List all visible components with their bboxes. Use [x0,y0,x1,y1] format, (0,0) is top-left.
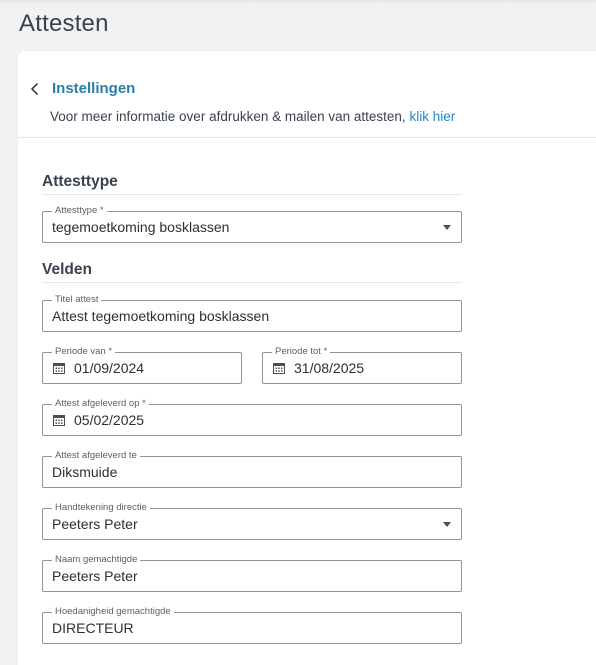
periode-van-field[interactable]: Periode van * 01/09/2024 [42,346,242,384]
periode-tot-field[interactable]: Periode tot * 31/08/2025 [262,346,462,384]
calendar-icon [53,415,65,426]
settings-card: Instellingen Voor meer informatie over a… [18,51,596,665]
handtekening-label: Handtekening directie [52,502,150,514]
afgeleverd-op-field[interactable]: Attest afgeleverd op * 05/02/2025 [42,398,462,436]
chevron-left-icon[interactable] [28,80,42,98]
afgeleverd-te-label: Attest afgeleverd te [52,450,140,462]
calendar-icon [273,363,285,374]
header-info: Voor meer informatie over afdrukken & ma… [50,109,455,124]
periode-tot-label: Periode tot * [272,346,331,358]
caret-down-icon [443,225,451,230]
titel-attest-field[interactable]: Titel attest Attest tegemoetkoming boskl… [42,294,462,332]
section-divider [42,282,462,283]
afgeleverd-op-label: Attest afgeleverd op * [52,398,149,410]
info-link[interactable]: klik hier [409,109,455,124]
handtekening-select[interactable]: Handtekening directie Peeters Peter [42,502,462,540]
afgeleverd-te-field[interactable]: Attest afgeleverd te Diksmuide [42,450,462,488]
titel-attest-label: Titel attest [52,294,102,306]
attesttype-label: Attesttype * [52,205,107,217]
section-divider [42,194,462,195]
naam-gemachtigde-field[interactable]: Naam gemachtigde Peeters Peter [42,554,462,592]
calendar-icon [53,363,65,374]
section-title-attesttype: Attesttype [42,173,118,190]
afgeleverd-op-value: 05/02/2025 [74,412,145,428]
card-header: Instellingen Voor meer informatie over a… [18,51,596,138]
periode-tot-value: 31/08/2025 [294,360,365,376]
top-bar [0,0,596,5]
header-info-text: Voor meer informatie over afdrukken & ma… [50,109,406,124]
periode-van-value: 01/09/2024 [74,360,145,376]
page-title: Attesten [19,10,109,37]
naam-gemachtigde-label: Naam gemachtigde [52,554,141,566]
titel-attest-value: Attest tegemoetkoming bosklassen [52,308,270,324]
hoedanigheid-label: Hoedanigheid gemachtigde [52,606,174,618]
caret-down-icon [443,522,451,527]
hoedanigheid-value: DIRECTEUR [52,620,134,636]
periode-van-label: Periode van * [52,346,116,358]
attesttype-value: tegemoetkoming bosklassen [52,219,230,235]
naam-gemachtigde-value: Peeters Peter [52,568,138,584]
afgeleverd-te-value: Diksmuide [52,464,118,480]
hoedanigheid-field[interactable]: Hoedanigheid gemachtigde DIRECTEUR [42,606,462,644]
section-title-velden: Velden [42,261,92,278]
attesttype-select[interactable]: Attesttype * tegemoetkoming bosklassen [42,205,462,243]
handtekening-value: Peeters Peter [52,516,138,532]
header-title[interactable]: Instellingen [52,80,135,97]
